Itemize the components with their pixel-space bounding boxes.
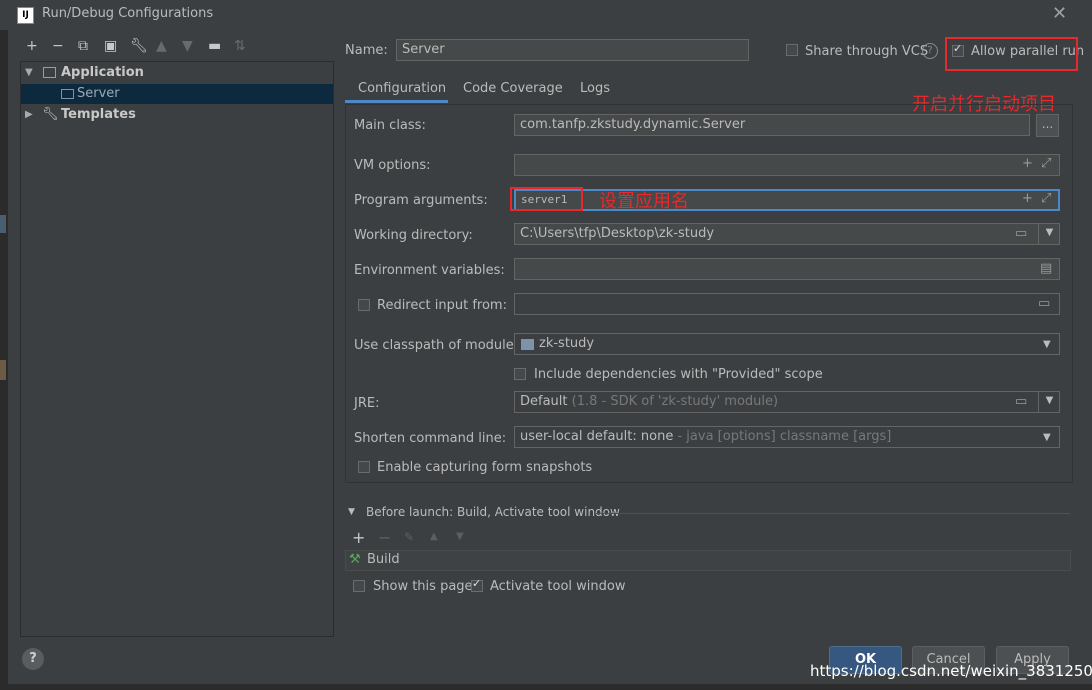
move-down-icon[interactable]: ▼ (182, 38, 193, 54)
include-dependencies-label: Include dependencies with "Provided" sco… (534, 367, 823, 382)
chevron-down-icon[interactable]: ▼ (1038, 223, 1060, 245)
main-class-input[interactable]: com.tanfp.zkstudy.dynamic.Server (514, 114, 1030, 136)
tree-label-application: Application (61, 65, 144, 80)
editor-edge-strip (0, 30, 8, 690)
window-title: Run/Debug Configurations (42, 6, 214, 21)
working-directory-label: Working directory: (354, 228, 473, 243)
browse-main-class-button[interactable]: ... (1036, 114, 1059, 137)
share-vcs-label: Share through VCS (805, 44, 929, 59)
form-snapshots-checkbox[interactable] (358, 461, 370, 473)
wrench-icon: 🔧︎ (42, 107, 59, 122)
collapse-caret-icon[interactable]: ▼ (348, 507, 355, 517)
before-launch-item-build[interactable]: Build (367, 552, 400, 567)
tree-label-templates: Templates (61, 107, 136, 122)
include-dependencies-checkbox[interactable] (514, 368, 526, 380)
classpath-module-label: Use classpath of module: (354, 338, 519, 353)
before-launch-header: Before launch: Build, Activate tool wind… (366, 505, 620, 519)
help-circle-icon[interactable]: ? (922, 43, 938, 59)
share-vcs-checkbox[interactable] (786, 44, 798, 56)
bottom-edge (0, 684, 1092, 690)
chevron-down-icon[interactable]: ▼ (1043, 432, 1051, 443)
active-tab-indicator (345, 100, 448, 103)
jre-hint: (1.8 - SDK of 'zk-study' module) (571, 394, 779, 409)
jre-label: JRE: (354, 396, 380, 411)
shorten-hint: - java [options] classname [args] (677, 429, 892, 444)
activate-tool-window-label: Activate tool window (490, 579, 626, 594)
expanded-caret-icon[interactable]: ▼ (25, 63, 33, 83)
folder-icon[interactable]: ▭ (1038, 296, 1050, 311)
redirect-input-field[interactable] (514, 293, 1060, 315)
tree-item-application[interactable]: ▼ Application (21, 63, 333, 83)
help-button[interactable]: ? (22, 648, 44, 670)
remove-task-icon[interactable]: − (378, 528, 391, 547)
tab-configuration[interactable]: Configuration (358, 81, 446, 96)
move-up-icon[interactable]: ▲ (430, 531, 438, 542)
collapsed-caret-icon[interactable]: ▶ (25, 105, 33, 125)
chevron-down-icon[interactable]: ▼ (1043, 339, 1051, 350)
shorten-command-line-label: Shorten command line: (354, 431, 507, 446)
plus-icon[interactable]: + (1022, 191, 1033, 206)
folder-icon[interactable]: ▭ (1015, 394, 1027, 409)
environment-variables-input[interactable] (514, 258, 1060, 280)
build-hammer-icon: ⚒ (349, 552, 361, 567)
move-down-icon[interactable]: ▼ (456, 531, 464, 542)
expand-icon[interactable]: ⤢ (1041, 191, 1051, 206)
name-input[interactable]: Server (396, 39, 749, 61)
add-task-icon[interactable]: + (352, 528, 365, 547)
expand-icon[interactable]: ⤢ (1041, 156, 1051, 171)
watermark-text: https://blog.csdn.net/weixin_38312502 (810, 662, 1092, 680)
jre-select[interactable]: Default (1.8 - SDK of 'zk-study' module) (514, 391, 1060, 413)
main-class-label: Main class: (354, 118, 426, 133)
jre-value: Default (520, 394, 568, 409)
add-icon[interactable]: + (26, 38, 38, 54)
new-folder-icon[interactable]: ▬ (208, 38, 221, 54)
application-icon (43, 67, 56, 78)
working-directory-input[interactable]: C:\Users\tfp\Desktop\zk-study (514, 223, 1060, 245)
separator (596, 513, 1070, 514)
remove-icon[interactable]: − (52, 38, 64, 54)
tree-item-templates[interactable]: ▶ 🔧︎ Templates (21, 105, 333, 125)
move-up-icon[interactable]: ▲ (156, 38, 167, 54)
wrench-icon[interactable]: 🔧︎ (130, 38, 148, 54)
run-config-icon (61, 89, 74, 99)
vm-options-input[interactable] (514, 154, 1060, 176)
environment-variables-label: Environment variables: (354, 263, 505, 278)
program-arguments-label: Program arguments: (354, 193, 488, 208)
before-launch-list[interactable]: ⚒ Build (345, 550, 1071, 571)
tab-code-coverage[interactable]: Code Coverage (463, 81, 563, 96)
intellij-app-icon: IJ (17, 7, 34, 24)
shorten-command-line-select[interactable]: user-local default: none - java [options… (514, 426, 1060, 448)
highlight-box-args (510, 187, 583, 211)
copy-icon[interactable]: ⧉ (78, 38, 88, 54)
show-page-checkbox[interactable] (353, 580, 365, 592)
chevron-down-icon[interactable]: ▼ (1038, 391, 1060, 413)
edit-task-icon[interactable]: ✎ (404, 530, 414, 544)
redirect-input-label: Redirect input from: (377, 298, 507, 313)
form-snapshots-label: Enable capturing form snapshots (377, 460, 593, 475)
tree-item-server[interactable]: Server (21, 84, 333, 104)
save-icon[interactable]: ▣ (104, 38, 117, 54)
redirect-input-checkbox[interactable] (358, 299, 370, 311)
folder-icon[interactable]: ▭ (1015, 226, 1027, 241)
program-arguments-input[interactable]: server1 (514, 189, 1060, 211)
classpath-module-select[interactable]: zk-study (514, 333, 1060, 355)
sort-icon[interactable]: ⇅ (234, 38, 246, 54)
shorten-value: user-local default: none (520, 429, 674, 444)
close-icon[interactable]: ✕ (1052, 3, 1067, 24)
tab-logs[interactable]: Logs (580, 81, 610, 96)
tree-label-server: Server (77, 86, 120, 101)
vm-options-label: VM options: (354, 158, 431, 173)
plus-icon[interactable]: + (1022, 156, 1033, 171)
name-label: Name: (345, 43, 388, 58)
module-folder-icon (521, 339, 534, 350)
activate-tool-window-checkbox[interactable] (471, 577, 483, 592)
show-page-label: Show this page (373, 579, 473, 594)
configuration-tree[interactable]: ▼ Application Server ▶ 🔧︎ Templates (20, 61, 334, 637)
highlight-box-parallel (945, 37, 1078, 71)
document-icon[interactable]: ▤ (1040, 261, 1052, 276)
annotation-app-name: 设置应用名 (599, 191, 689, 212)
